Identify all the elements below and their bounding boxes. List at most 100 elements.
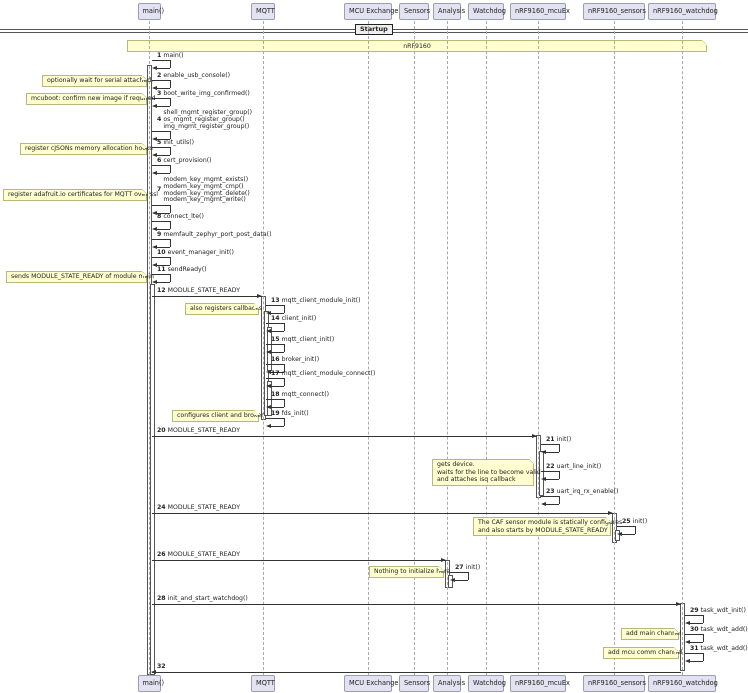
participant-main-bottom[interactable]: main() bbox=[137, 675, 164, 692]
participant-sensors-bottom[interactable]: Sensors bbox=[399, 675, 430, 692]
message-line: event_manager_init() bbox=[167, 249, 234, 256]
self-arrow-line bbox=[541, 496, 559, 497]
message-28-label: 28 init_and_start_watchdog() bbox=[157, 595, 248, 604]
message-number: 23 bbox=[546, 488, 555, 495]
arrowhead bbox=[152, 104, 157, 108]
arrowhead bbox=[685, 659, 690, 663]
participant-mcuexchange-top[interactable]: MCU Exchange bbox=[344, 3, 398, 20]
message-line: cert_provision() bbox=[163, 157, 212, 164]
note: register adafruit.io certificates for MQ… bbox=[3, 189, 159, 201]
participant-nrf_mcuex-top[interactable]: nRF9160_mcuEx bbox=[510, 3, 570, 20]
participant-nrf_sensors-top[interactable]: nRF9160_sensors bbox=[583, 3, 646, 20]
message-number: 16 bbox=[271, 356, 280, 363]
self-arrow-line bbox=[685, 634, 703, 635]
message-text: mqtt_connect() bbox=[281, 391, 330, 399]
message-line: img_mgmt_register_group() bbox=[163, 122, 250, 130]
message-number: 31 bbox=[690, 645, 699, 652]
participant-main-top[interactable]: main() bbox=[137, 3, 164, 20]
message-arrow-line bbox=[152, 672, 681, 673]
self-arrow-line bbox=[170, 147, 171, 155]
message-number: 8 bbox=[157, 213, 162, 220]
message-text: client_init() bbox=[282, 315, 317, 323]
message-line: mqtt_connect() bbox=[281, 391, 330, 398]
self-arrow-line bbox=[152, 80, 170, 81]
self-arrow-line bbox=[266, 378, 284, 379]
participant-watchdog-top[interactable]: Watchdog bbox=[468, 3, 506, 20]
message-line: init() bbox=[632, 518, 648, 525]
participant-mcuexchange-bottom[interactable]: MCU Exchange bbox=[344, 675, 398, 692]
message-arrow-line bbox=[152, 604, 681, 605]
note-line: waits for the line to become valid bbox=[437, 468, 541, 476]
message-line: MODULE_STATE_READY bbox=[167, 504, 240, 511]
message-text: task_wdt_add() bbox=[701, 626, 748, 634]
message-text: mqtt_client_module_init() bbox=[282, 297, 361, 305]
group-note-label: nRF9160 bbox=[403, 43, 431, 50]
lifeline-mqtt bbox=[263, 21, 264, 675]
nrf9160-group-note: nRF9160 bbox=[127, 40, 707, 52]
participant-sensors-top[interactable]: Sensors bbox=[399, 3, 430, 20]
participant-mqtt-top[interactable]: MQTT bbox=[251, 3, 275, 20]
arrowhead bbox=[450, 578, 455, 582]
participant-mqtt-bottom[interactable]: MQTT bbox=[251, 675, 275, 692]
self-arrow-line bbox=[284, 399, 285, 407]
lifeline-analysis bbox=[447, 21, 448, 675]
message-text: enable_usb_console() bbox=[163, 72, 230, 80]
self-arrow-line bbox=[170, 221, 171, 229]
lifeline-main bbox=[149, 21, 150, 675]
message-number: 10 bbox=[157, 249, 166, 256]
message-line: broker_init() bbox=[281, 356, 320, 363]
note-line: sends MODULE_STATE_READY of module main bbox=[11, 273, 154, 280]
message-number: 29 bbox=[690, 607, 699, 614]
message-number: 18 bbox=[271, 391, 280, 398]
participant-watchdog-bottom[interactable]: Watchdog bbox=[468, 675, 506, 692]
message-text: cert_provision() bbox=[163, 157, 212, 165]
message-line: boot_write_img_confirmed() bbox=[163, 90, 250, 97]
message-text: sendReady() bbox=[168, 266, 207, 274]
message-text: task_wdt_init() bbox=[701, 607, 746, 615]
arrowhead bbox=[266, 405, 271, 409]
message-line: MODULE_STATE_READY bbox=[167, 551, 240, 558]
message-9-label: 9 memfault_zephyr_port_post_data() bbox=[157, 231, 272, 240]
arrowhead bbox=[676, 602, 681, 606]
self-arrow-line bbox=[703, 653, 704, 661]
message-line: uart_line_init() bbox=[556, 463, 602, 470]
self-arrow-line bbox=[170, 257, 171, 265]
message-number: 20 bbox=[157, 427, 166, 434]
message-text: init_and_start_watchdog() bbox=[168, 595, 248, 603]
self-arrow-line bbox=[152, 257, 170, 258]
self-arrow-line bbox=[266, 323, 284, 324]
message-26-label: 26 MODULE_STATE_READY bbox=[157, 551, 240, 560]
message-line: memfault_zephyr_port_post_data() bbox=[163, 231, 272, 238]
note-line: register adafruit.io certificates for MQ… bbox=[8, 191, 159, 198]
message-text: main() bbox=[163, 52, 183, 60]
self-arrow-line bbox=[284, 418, 285, 426]
note-line: add main channel bbox=[626, 630, 682, 637]
participant-analysis-top[interactable]: Analysis bbox=[433, 3, 465, 20]
message-line: uart_irq_rx_enable() bbox=[556, 488, 619, 495]
note-line: mcuboot: confirm new image if required bbox=[31, 95, 156, 102]
message-7-label: 7 modem_key_mgmt_exists() modem_key_mgmt_c… bbox=[157, 176, 250, 204]
note: The CAF sensor module is statically conf… bbox=[473, 517, 622, 536]
note-line: optionally wait for serial attached. bbox=[47, 77, 154, 84]
participant-analysis-bottom[interactable]: Analysis bbox=[433, 675, 465, 692]
note-line: configures client and broker bbox=[177, 412, 264, 419]
message-number: 1 bbox=[157, 52, 162, 59]
self-arrow-line bbox=[617, 526, 635, 527]
lifeline-watchdog bbox=[486, 21, 487, 675]
self-arrow-line bbox=[685, 653, 703, 654]
participant-nrf_watchdog-bottom[interactable]: nRF9160_watchdog bbox=[648, 675, 718, 692]
message-arrow-line bbox=[152, 560, 446, 561]
arrowhead bbox=[152, 171, 157, 175]
activation-bar bbox=[150, 284, 155, 675]
participant-nrf_watchdog-top[interactable]: nRF9160_watchdog bbox=[648, 3, 718, 20]
self-arrow-line bbox=[284, 305, 285, 313]
message-text: MODULE_STATE_READY bbox=[167, 504, 240, 512]
arrowhead bbox=[151, 670, 156, 674]
message-text: init() bbox=[632, 518, 648, 526]
arrowhead bbox=[266, 329, 271, 333]
participant-nrf_sensors-bottom[interactable]: nRF9160_sensors bbox=[583, 675, 646, 692]
participant-nrf_mcuex-bottom[interactable]: nRF9160_mcuEx bbox=[510, 675, 570, 692]
message-number: 12 bbox=[157, 287, 166, 294]
message-text: MODULE_STATE_READY bbox=[168, 427, 240, 435]
message-number: 6 bbox=[157, 157, 162, 164]
